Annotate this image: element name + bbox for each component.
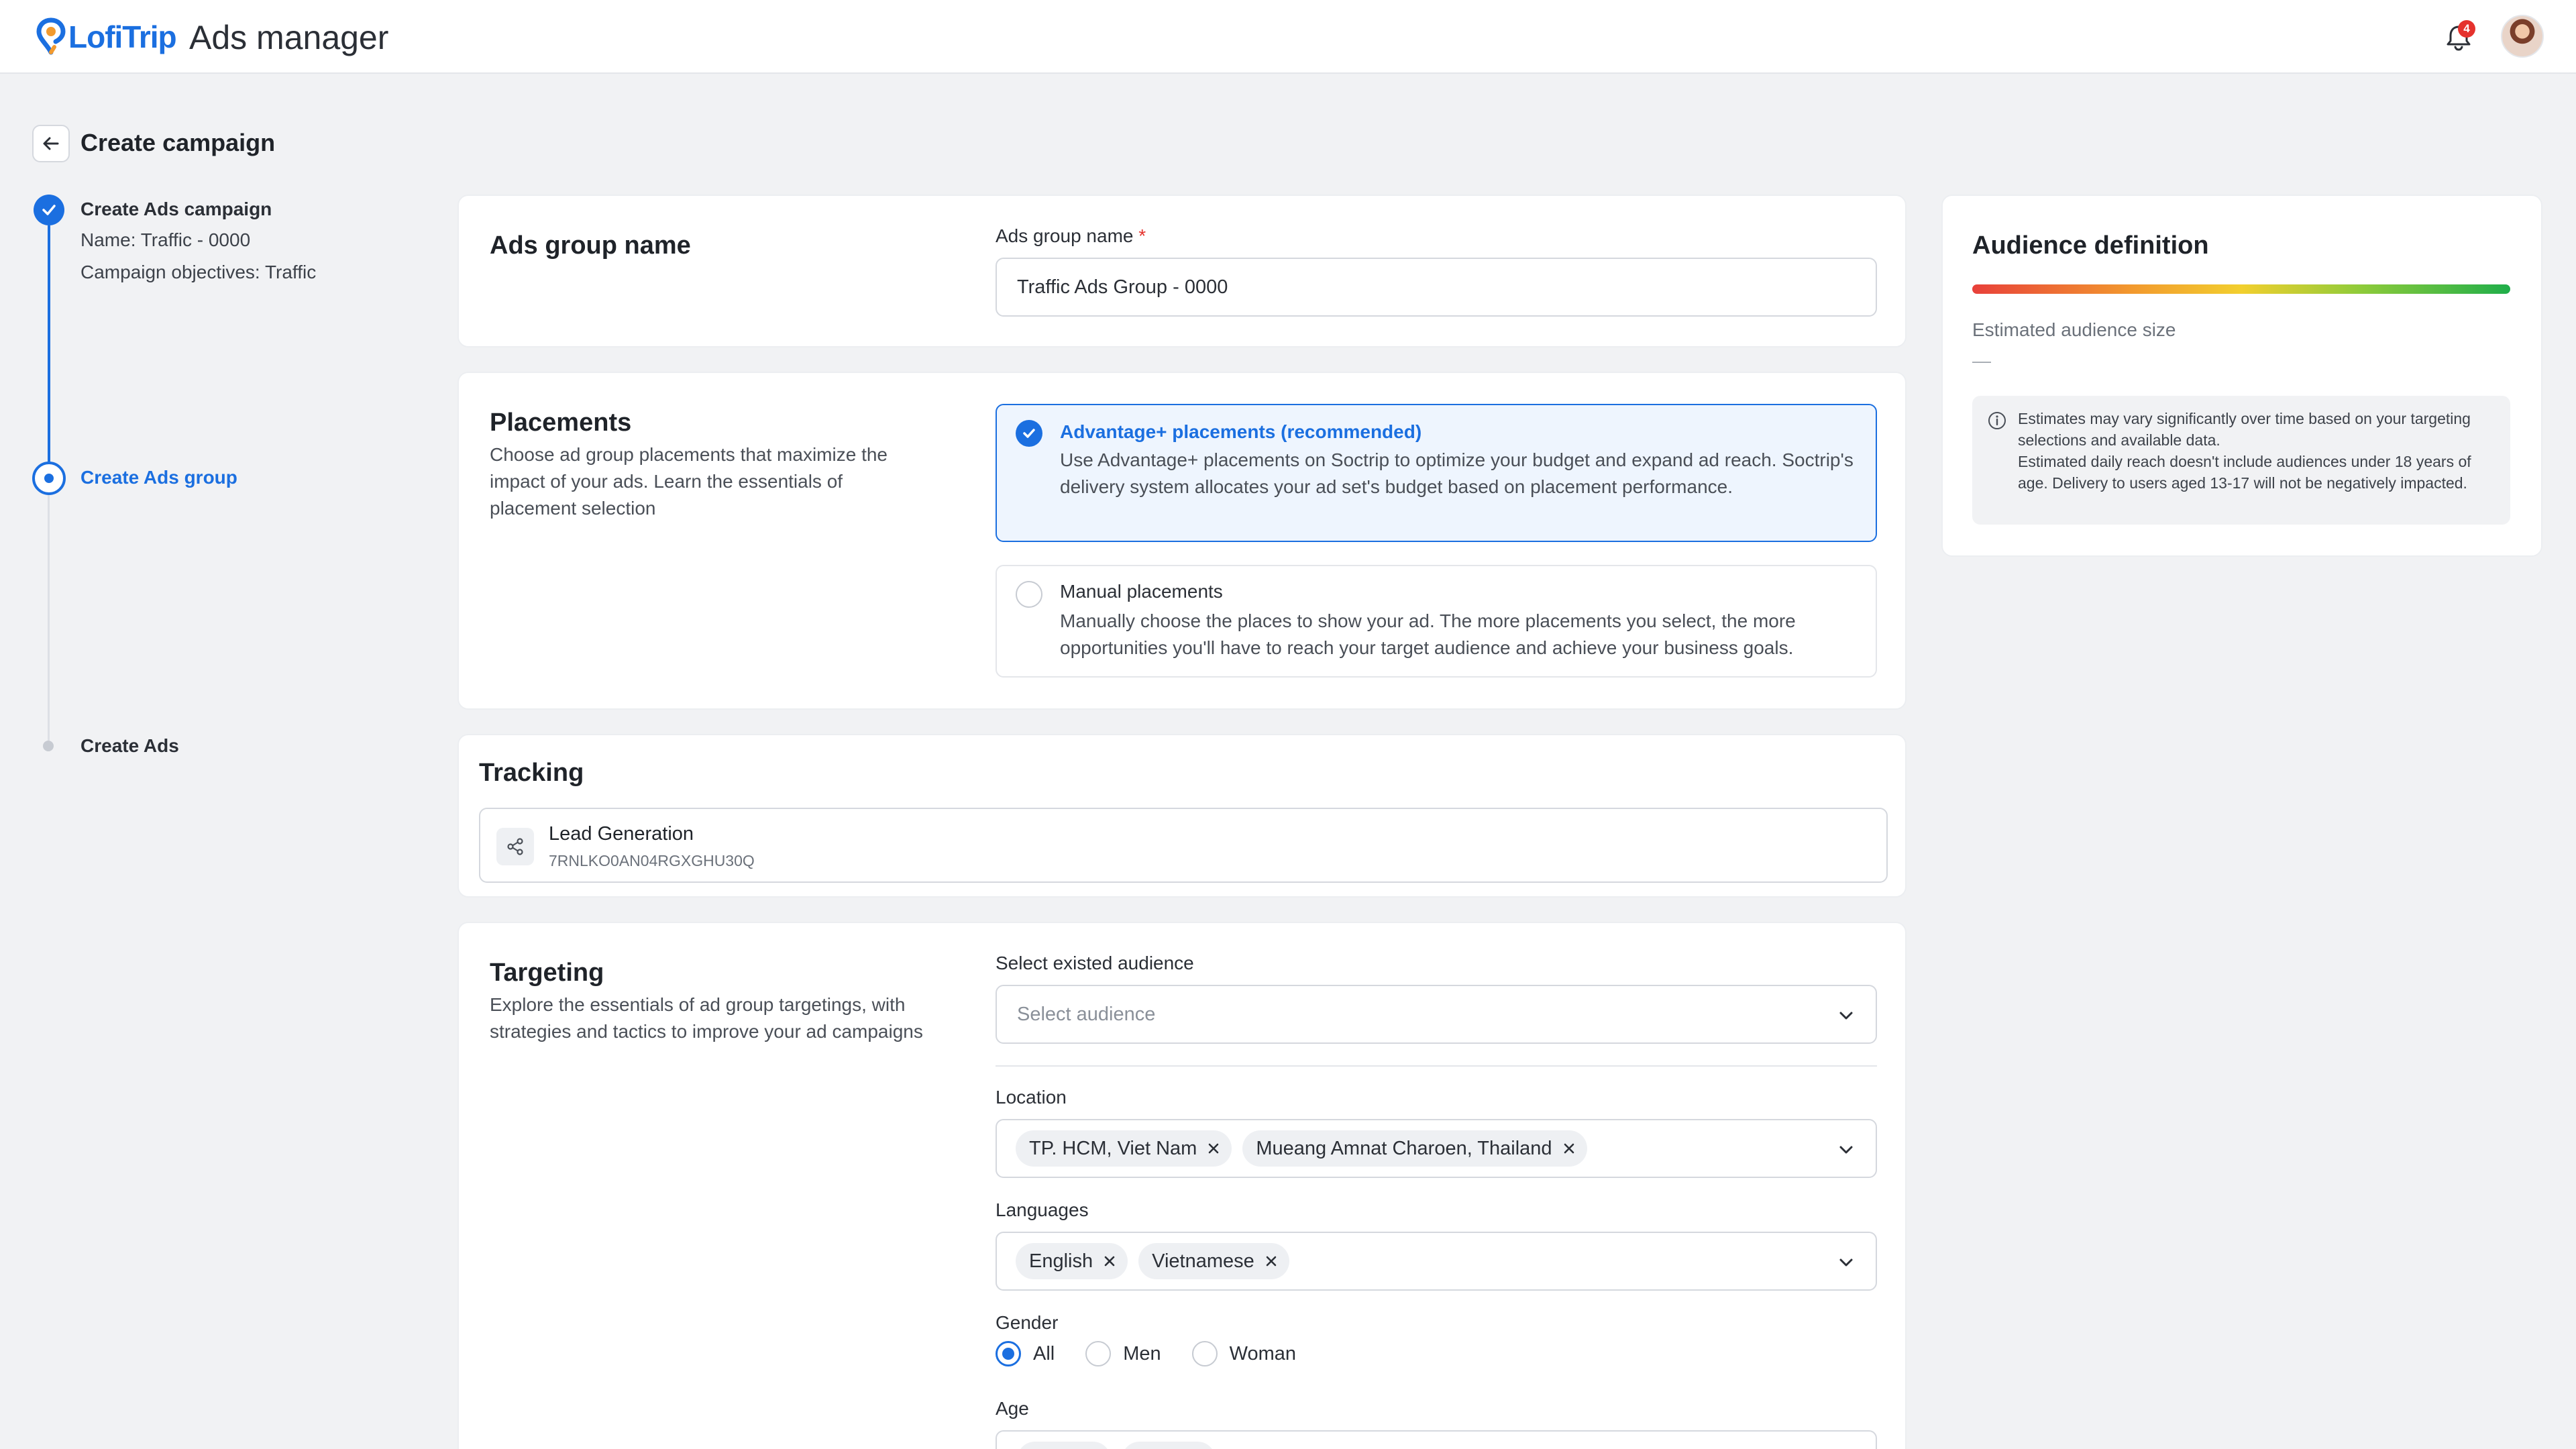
location-label: Location: [996, 1087, 1067, 1108]
ads-group-name-label: Ads group name *: [996, 225, 1146, 246]
language-chip: Vietnamese: [1138, 1243, 1289, 1279]
share-icon: [496, 828, 534, 865]
radio-unchecked-icon: [1016, 581, 1042, 608]
top-bar: LofiTrip Ads manager 4: [0, 0, 2576, 74]
step-done-marker: [34, 195, 64, 225]
arrow-left-icon: [43, 137, 59, 150]
chevron-down-icon: [1839, 1258, 1853, 1267]
chevron-down-icon: [1839, 1146, 1853, 1154]
language-chip: English: [1016, 1243, 1128, 1279]
step-active-marker: [32, 462, 66, 495]
targeting-card: Targeting Explore the essentials of ad g…: [458, 922, 1907, 1449]
placement-option-manual[interactable]: Manual placements Manually choose the pl…: [996, 565, 1877, 678]
age-chip: [1122, 1442, 1216, 1449]
audience-definition-heading: Audience definition: [1972, 231, 2209, 260]
step-1-detail-name: Name: Traffic - 0000: [80, 229, 251, 250]
age-label: Age: [996, 1398, 1029, 1419]
gender-option-men[interactable]: Men: [1085, 1341, 1161, 1366]
remove-chip-icon[interactable]: [1264, 1254, 1279, 1269]
user-avatar[interactable]: [2501, 15, 2544, 58]
divider: [996, 1065, 1877, 1067]
placements-heading: Placements: [490, 409, 632, 437]
placement-option-advantage[interactable]: Advantage+ placements (recommended) Use …: [996, 404, 1877, 542]
tracking-heading: Tracking: [479, 759, 584, 787]
languages-label: Languages: [996, 1199, 1089, 1220]
location-chip: Mueang Amnat Charoen, Thailand: [1242, 1130, 1587, 1167]
placement-option-manual-title: Manual placements: [1060, 581, 1223, 602]
gender-option-woman[interactable]: Woman: [1191, 1341, 1296, 1366]
notification-badge: 4: [2458, 20, 2475, 38]
step-connector-done: [48, 225, 50, 462]
gender-option-all[interactable]: All: [996, 1341, 1055, 1366]
gender-label: Gender: [996, 1312, 1059, 1333]
placement-option-advantage-description: Use Advantage+ placements on Soctrip to …: [1060, 449, 1854, 497]
audience-info-text: Estimates may vary significantly over ti…: [2018, 410, 2471, 492]
app-title: Ads manager: [189, 19, 389, 56]
remove-chip-icon[interactable]: [1562, 1141, 1576, 1156]
page-title: Create campaign: [80, 129, 276, 156]
remove-chip-icon[interactable]: [1102, 1254, 1117, 1269]
check-icon: [42, 205, 56, 215]
age-chip: [1017, 1442, 1111, 1449]
chevron-down-icon: [1839, 1012, 1853, 1020]
tracking-item[interactable]: Lead Generation 7RNLKO0AN04RGXGHU30Q: [479, 808, 1888, 883]
tracking-item-id: 7RNLKO0AN04RGXGHU30Q: [549, 852, 755, 869]
audience-size-value: —: [1972, 350, 1991, 371]
audience-size-label: Estimated audience size: [1972, 319, 2176, 340]
placements-description: Choose ad group placements that maximize…: [490, 444, 888, 519]
step-1-title[interactable]: Create Ads campaign: [80, 197, 272, 221]
logo-text: LofiTrip: [68, 19, 177, 54]
gender-radio-group: All Men Woman: [996, 1339, 1327, 1368]
audience-label: Select existed audience: [996, 953, 1194, 973]
radio-checked-icon: [1016, 420, 1042, 447]
location-select[interactable]: TP. HCM, Viet Nam Mueang Amnat Charoen, …: [996, 1119, 1877, 1178]
tracking-card: Tracking Lead Generation 7RNLKO0AN04RGXG…: [458, 734, 1907, 898]
step-1-detail-objective: Campaign objectives: Traffic: [80, 262, 317, 282]
tracking-item-title: Lead Generation: [549, 823, 694, 845]
info-icon: [1988, 412, 2006, 429]
ads-group-name-value: Traffic Ads Group - 0000: [1017, 276, 1228, 298]
placement-option-manual-description: Manually choose the places to show your …: [1060, 610, 1796, 658]
radio-unchecked-icon: [1191, 1341, 1218, 1366]
placement-option-advantage-title: Advantage+ placements (recommended): [1060, 421, 1422, 442]
remove-chip-icon[interactable]: [1206, 1141, 1221, 1156]
audience-size-gauge: [1972, 284, 2510, 294]
step-3-title[interactable]: Create Ads: [80, 734, 179, 758]
logo[interactable]: LofiTrip: [36, 17, 177, 56]
audience-select[interactable]: Select audience: [996, 985, 1877, 1044]
step-2-title[interactable]: Create Ads group: [80, 466, 237, 490]
ads-group-name-input[interactable]: Traffic Ads Group - 0000: [996, 258, 1877, 317]
logo-pin-icon: [36, 17, 66, 55]
location-chip: TP. HCM, Viet Nam: [1016, 1130, 1232, 1167]
audience-placeholder: Select audience: [1017, 1003, 1156, 1025]
step-pending-marker: [43, 741, 54, 751]
back-button[interactable]: [32, 125, 70, 162]
targeting-heading: Targeting: [490, 959, 604, 987]
age-select[interactable]: [996, 1430, 1877, 1449]
radio-checked-icon: [996, 1341, 1021, 1366]
audience-info-box: Estimates may vary significantly over ti…: [1972, 396, 2510, 525]
languages-select[interactable]: English Vietnamese: [996, 1232, 1877, 1291]
radio-unchecked-icon: [1085, 1341, 1112, 1366]
targeting-description: Explore the essentials of ad group targe…: [490, 994, 923, 1042]
required-mark: *: [1138, 225, 1146, 246]
ads-group-name-heading: Ads group name: [490, 231, 691, 260]
step-connector-pending: [48, 495, 50, 741]
placements-card: Placements Choose ad group placements th…: [458, 372, 1907, 710]
ads-group-name-card: Ads group name Ads group name * Traffic …: [458, 195, 1907, 347]
